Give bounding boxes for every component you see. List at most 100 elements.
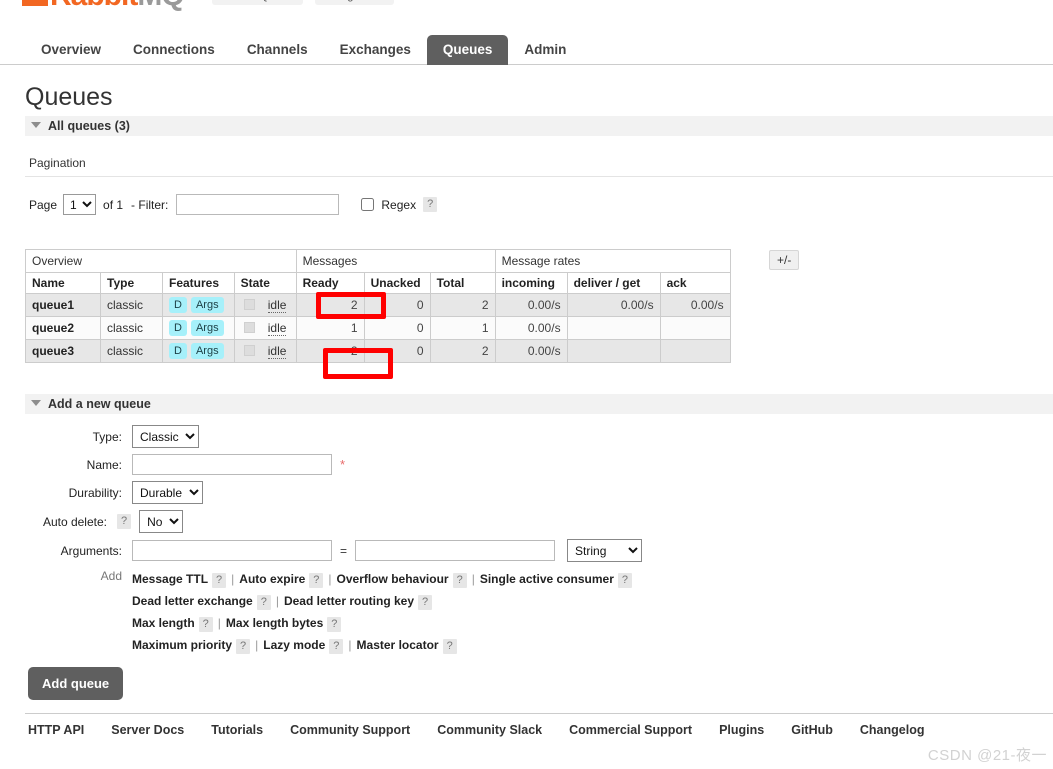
col-features[interactable]: Features (162, 272, 235, 294)
cell-queue-name[interactable]: queue1 (25, 293, 101, 317)
state-indicator-icon (243, 299, 255, 310)
col-name[interactable]: Name (25, 272, 101, 294)
cell-queue-features: D Args (162, 316, 235, 340)
add-argument-label: Add (100, 569, 122, 583)
main-nav: Overview Connections Channels Exchanges … (0, 30, 1053, 65)
toggle-columns-button[interactable]: +/- (769, 250, 800, 270)
preset-dead-letter-routing-key-help-icon[interactable]: ? (418, 595, 433, 610)
queues-table-head: Overview Messages Message rates Name Typ… (25, 249, 731, 294)
tab-overview[interactable]: Overview (25, 35, 117, 65)
cell-queue-state: idle (233, 293, 297, 317)
tab-exchanges[interactable]: Exchanges (324, 35, 427, 65)
preset-auto-expire[interactable]: Auto expire (239, 572, 305, 586)
all-queues-section-header[interactable]: All queues (3) (25, 116, 1053, 136)
cell-queue-name[interactable]: queue2 (25, 316, 101, 340)
pagination-divider (25, 176, 1053, 177)
col-incoming[interactable]: incoming (494, 272, 568, 294)
regex-group: Regex ? (361, 197, 438, 212)
preset-maximum-priority[interactable]: Maximum priority (132, 638, 232, 652)
preset-master-locator[interactable]: Master locator (357, 638, 439, 652)
argument-key-input[interactable] (132, 540, 332, 561)
col-state[interactable]: State (233, 272, 297, 294)
footer-link-http-api[interactable]: HTTP API (28, 723, 84, 737)
footer-link-commercial-support[interactable]: Commercial Support (569, 723, 692, 737)
preset-message-ttl[interactable]: Message TTL (132, 572, 208, 586)
preset-line-1: Message TTL? | Auto expire? | Overflow behav… (132, 568, 633, 590)
preset-separator: | (255, 638, 259, 652)
table-row[interactable]: queue3 classic D Args idle 2 0 2 0.00/s (25, 339, 731, 363)
regex-checkbox[interactable] (361, 198, 375, 211)
auto-delete-help-icon[interactable]: ? (117, 514, 132, 529)
col-total[interactable]: Total (429, 272, 496, 294)
preset-max-length-bytes[interactable]: Max length bytes (226, 616, 323, 630)
preset-single-active-consumer-help-icon[interactable]: ? (617, 573, 633, 588)
tab-channels[interactable]: Channels (231, 35, 324, 65)
preset-lazy-mode-help-icon[interactable]: ? (329, 639, 344, 654)
col-deliver-get[interactable]: deliver / get (566, 272, 661, 294)
footer-divider (25, 713, 1053, 714)
tab-admin[interactable]: Admin (508, 35, 582, 65)
col-ready[interactable]: Ready (295, 272, 365, 294)
col-unacked[interactable]: Unacked (363, 272, 431, 294)
preset-auto-expire-help-icon[interactable]: ? (309, 573, 324, 588)
footer-link-github[interactable]: GitHub (791, 723, 833, 737)
filter-input[interactable] (176, 194, 340, 215)
cell-ready: 1 (295, 316, 365, 340)
preset-dead-letter-routing-key[interactable]: Dead letter routing key (284, 594, 414, 608)
preset-max-length[interactable]: Max length (132, 616, 195, 630)
preset-overflow-behaviour-help-icon[interactable]: ? (452, 573, 467, 588)
preset-single-active-consumer[interactable]: Single active consumer (480, 572, 614, 586)
form-row-durability: Durability: Durable (25, 481, 1053, 504)
preset-dead-letter-exchange-help-icon[interactable]: ? (256, 595, 271, 610)
cell-queue-name[interactable]: queue3 (25, 339, 101, 363)
argument-value-input[interactable] (355, 540, 556, 561)
cell-ack: 0.00/s (659, 293, 731, 317)
args-badge: Args (190, 343, 224, 359)
preset-max-length-bytes-help-icon[interactable]: ? (327, 617, 342, 632)
footer-link-server-docs[interactable]: Server Docs (111, 723, 184, 737)
page-select[interactable]: 1 (63, 194, 97, 215)
queues-table-body: queue1 classic D Args idle 2 0 2 0.00/s 0… (25, 293, 731, 363)
col-type[interactable]: Type (100, 272, 163, 294)
cell-queue-type: classic (100, 316, 163, 340)
auto-delete-label: Auto delete: (42, 514, 107, 529)
footer-link-changelog[interactable]: Changelog (860, 723, 925, 737)
add-queue-section-header[interactable]: Add a new queue (25, 394, 1053, 414)
footer-link-tutorials[interactable]: Tutorials (211, 723, 263, 737)
argument-type-select[interactable]: String (567, 539, 643, 562)
page-label: Page (29, 197, 58, 212)
footer-link-community-slack[interactable]: Community Slack (437, 723, 542, 737)
cell-ready: 2 (295, 293, 365, 317)
queue-type-select[interactable]: Classic (132, 425, 199, 448)
cell-unacked: 0 (363, 339, 431, 363)
preset-lazy-mode[interactable]: Lazy mode (263, 638, 325, 652)
logo-bar-icon (22, 0, 48, 6)
durability-label: Durability: (68, 485, 122, 500)
preset-master-locator-help-icon[interactable]: ? (442, 639, 457, 654)
durability-select[interactable]: Durable (132, 481, 203, 504)
preset-max-length-help-icon[interactable]: ? (198, 617, 213, 632)
cell-ack (659, 339, 731, 363)
preset-separator: | (231, 572, 235, 586)
cell-unacked: 0 (363, 293, 431, 317)
rabbitmq-logo[interactable]: RabbitMQ TM (22, 0, 200, 11)
preset-dead-letter-exchange[interactable]: Dead letter exchange (132, 594, 253, 608)
preset-line-2: Dead letter exchange? | Dead letter routin… (132, 590, 632, 612)
preset-overflow-behaviour[interactable]: Overflow behaviour (337, 572, 449, 586)
queue-name-input[interactable] (132, 454, 332, 475)
tab-connections[interactable]: Connections (117, 35, 231, 65)
tab-queues[interactable]: Queues (426, 35, 509, 65)
regex-help-icon[interactable]: ? (423, 197, 438, 212)
footer-link-plugins[interactable]: Plugins (719, 723, 764, 737)
table-row[interactable]: queue1 classic D Args idle 2 0 2 0.00/s 0… (25, 293, 731, 317)
preset-separator: | (275, 594, 279, 608)
auto-delete-select[interactable]: No (139, 510, 184, 533)
table-row[interactable]: queue2 classic D Args idle 1 0 1 0.00/s (25, 316, 731, 340)
queues-table: Overview Messages Message rates Name Typ… (25, 249, 731, 363)
col-ack[interactable]: ack (659, 272, 731, 294)
add-queue-submit-button[interactable]: Add queue (28, 667, 124, 700)
state-label: idle (267, 321, 287, 336)
footer-link-community-support[interactable]: Community Support (290, 723, 410, 737)
preset-maximum-priority-help-icon[interactable]: ? (236, 639, 251, 654)
preset-message-ttl-help-icon[interactable]: ? (212, 573, 227, 588)
